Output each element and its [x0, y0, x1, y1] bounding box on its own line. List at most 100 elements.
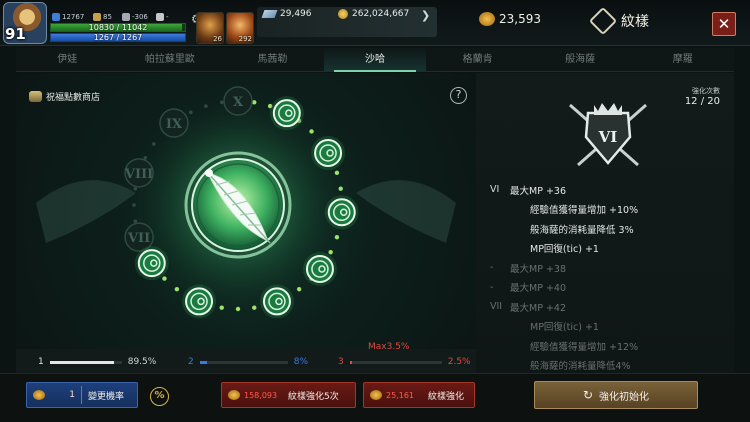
rune-node[interactable] [182, 284, 217, 319]
player-level: 91 [5, 25, 26, 43]
badge-total: 23,593 [479, 12, 541, 26]
hp-text: 10830 / 11042 [88, 23, 148, 32]
help-icon[interactable]: ? [450, 87, 467, 104]
medal-icon [370, 390, 382, 400]
blessing-shop-link[interactable]: 祝福點數商店 [29, 90, 100, 103]
item-slot-scroll[interactable]: 292 [226, 12, 254, 44]
probability-bar-1: 1 89.5% [38, 357, 156, 367]
stat-text: MP回復(tic) +1 [530, 322, 599, 334]
tab-4[interactable]: 格蘭肯 [426, 48, 529, 71]
top-bar: 91 12767 85 -306 - 10830 / 11042 1267 / … [0, 0, 750, 46]
ring-dot [133, 186, 138, 191]
locked-node-X[interactable]: X [223, 86, 253, 116]
ring-dot [219, 100, 224, 105]
bar-fill [49, 360, 115, 364]
stat-text: 般海薩的消耗量降低 3% [530, 224, 634, 236]
gold-count: 262,024,667 [338, 9, 409, 19]
stat-text: 般海薩的消耗量降低4% [530, 361, 631, 373]
enhance-count-label: 強化次數 [692, 87, 720, 95]
bottom-bar: 1 變更機率 % 158,093 紋樣強化5次 25,161 紋樣強化 ↻ 強化… [0, 373, 750, 422]
reset-enhancement-button[interactable]: ↻ 強化初始化 [534, 381, 698, 409]
ring-dot [174, 286, 180, 292]
stat-row: - 最大MP +40 [490, 278, 730, 298]
stat-row: VI 最大MP +36 [490, 180, 730, 200]
enhance-5x-button[interactable]: 158,093 紋樣強化5次 [221, 382, 356, 408]
bar-label: 2 [188, 357, 194, 367]
ring-dot [252, 305, 257, 310]
change-probability-button[interactable]: 1 變更機率 [26, 382, 138, 408]
enhance-button[interactable]: 25,161 紋樣強化 [363, 382, 475, 408]
bar-track [49, 360, 122, 364]
ring-dot [328, 250, 333, 255]
bag-icon [29, 91, 42, 102]
ring-dot [162, 276, 167, 281]
rune-node[interactable] [302, 252, 337, 287]
rune-node[interactable] [134, 246, 169, 281]
tab-5[interactable]: 般海薩 [529, 48, 632, 71]
stat-b: 85 [93, 13, 112, 21]
stat-tier: - [490, 281, 494, 293]
pattern-icon [588, 6, 618, 36]
ring-dot [188, 110, 193, 115]
tier-emblem: VI [569, 103, 647, 167]
percent-info-button[interactable]: % [150, 387, 169, 406]
stat-tier: - [490, 262, 494, 274]
stat-text: 經驗值獲得量增加 +10% [530, 205, 639, 217]
ring-dot [133, 219, 138, 224]
tab-3[interactable]: 沙哈 [323, 48, 427, 72]
stats-panel: 強化次數 12 / 20 VI VI 最大MP +36 經驗值獲得量增加 +10% 般… [476, 73, 734, 373]
medal-icon [479, 12, 495, 26]
mp-text: 1267 / 1267 [93, 33, 143, 42]
locked-node-IX[interactable]: IX [159, 108, 189, 138]
stat-row: - 最大MP +38 [490, 258, 730, 278]
tab-6[interactable]: 摩羅 [631, 48, 734, 71]
stat-a: 12767 [52, 13, 84, 21]
locked-node-VIII[interactable]: VIII [124, 158, 154, 188]
tab-0[interactable]: 伊娃 [16, 48, 119, 71]
item-slot-potion[interactable]: 26 [196, 12, 224, 44]
center-rune[interactable] [184, 151, 292, 259]
page-title: 紋樣 [588, 6, 649, 36]
stat-text: 經驗值獲得量增加 +12% [530, 341, 639, 353]
stat-tier: VII [490, 301, 503, 313]
trophy-icon [156, 13, 164, 21]
stat-text: MP回復(tic) +1 [530, 244, 599, 256]
stat-text: 最大MP +40 [510, 283, 566, 295]
key-icon [93, 13, 101, 21]
ring-dot [152, 142, 156, 146]
ring-dot [235, 306, 241, 312]
diamond-count: 29,496 [261, 9, 312, 19]
stat-text: 最大MP +42 [510, 302, 566, 314]
ring-dot [334, 170, 340, 176]
ring-dot [204, 104, 208, 108]
stat-text: 最大MP +38 [510, 263, 566, 275]
close-button[interactable]: ✕ [712, 12, 736, 36]
ring-dot [132, 203, 136, 207]
emblem-numeral: VI [598, 128, 618, 146]
rune-node[interactable] [324, 195, 359, 230]
stat-row: MP回復(tic) +1 [490, 317, 730, 337]
rune-node[interactable] [259, 284, 294, 319]
rune-panel: X IX VIII VII 祝福點數商店 ? Max3.5% 1 89.5% 2 8% 3 2.… [16, 73, 476, 373]
medal-icon [33, 390, 45, 400]
ring-dot [296, 286, 302, 292]
currency-expand-arrow-icon[interactable]: ❯ [421, 9, 430, 22]
sword-icon [122, 13, 130, 21]
stat-d: - [156, 13, 169, 21]
rune-node[interactable] [269, 96, 304, 131]
bar-track [349, 360, 442, 364]
enhance-count-value: 12 / 20 [684, 96, 720, 107]
stat-text: 最大MP +36 [510, 185, 566, 197]
node-numeral: VII [127, 231, 150, 246]
stat-row: 般海薩的消耗量降低4% [490, 356, 730, 374]
ring-dot [219, 305, 224, 310]
gold-coin-icon [338, 9, 348, 19]
tab-1[interactable]: 帕拉蘇里歐 [119, 48, 222, 71]
bar-label: 3 [338, 357, 344, 367]
bar-fill [199, 360, 207, 364]
stat-list: VI 最大MP +36 經驗值獲得量增加 +10% 般海薩的消耗量降低 3% MP回復(… [490, 180, 730, 373]
rune-node[interactable] [311, 136, 346, 170]
bar-percent: 8% [293, 357, 309, 367]
tab-2[interactable]: 馬茜勒 [221, 48, 324, 71]
bar-label: 1 [38, 357, 44, 367]
